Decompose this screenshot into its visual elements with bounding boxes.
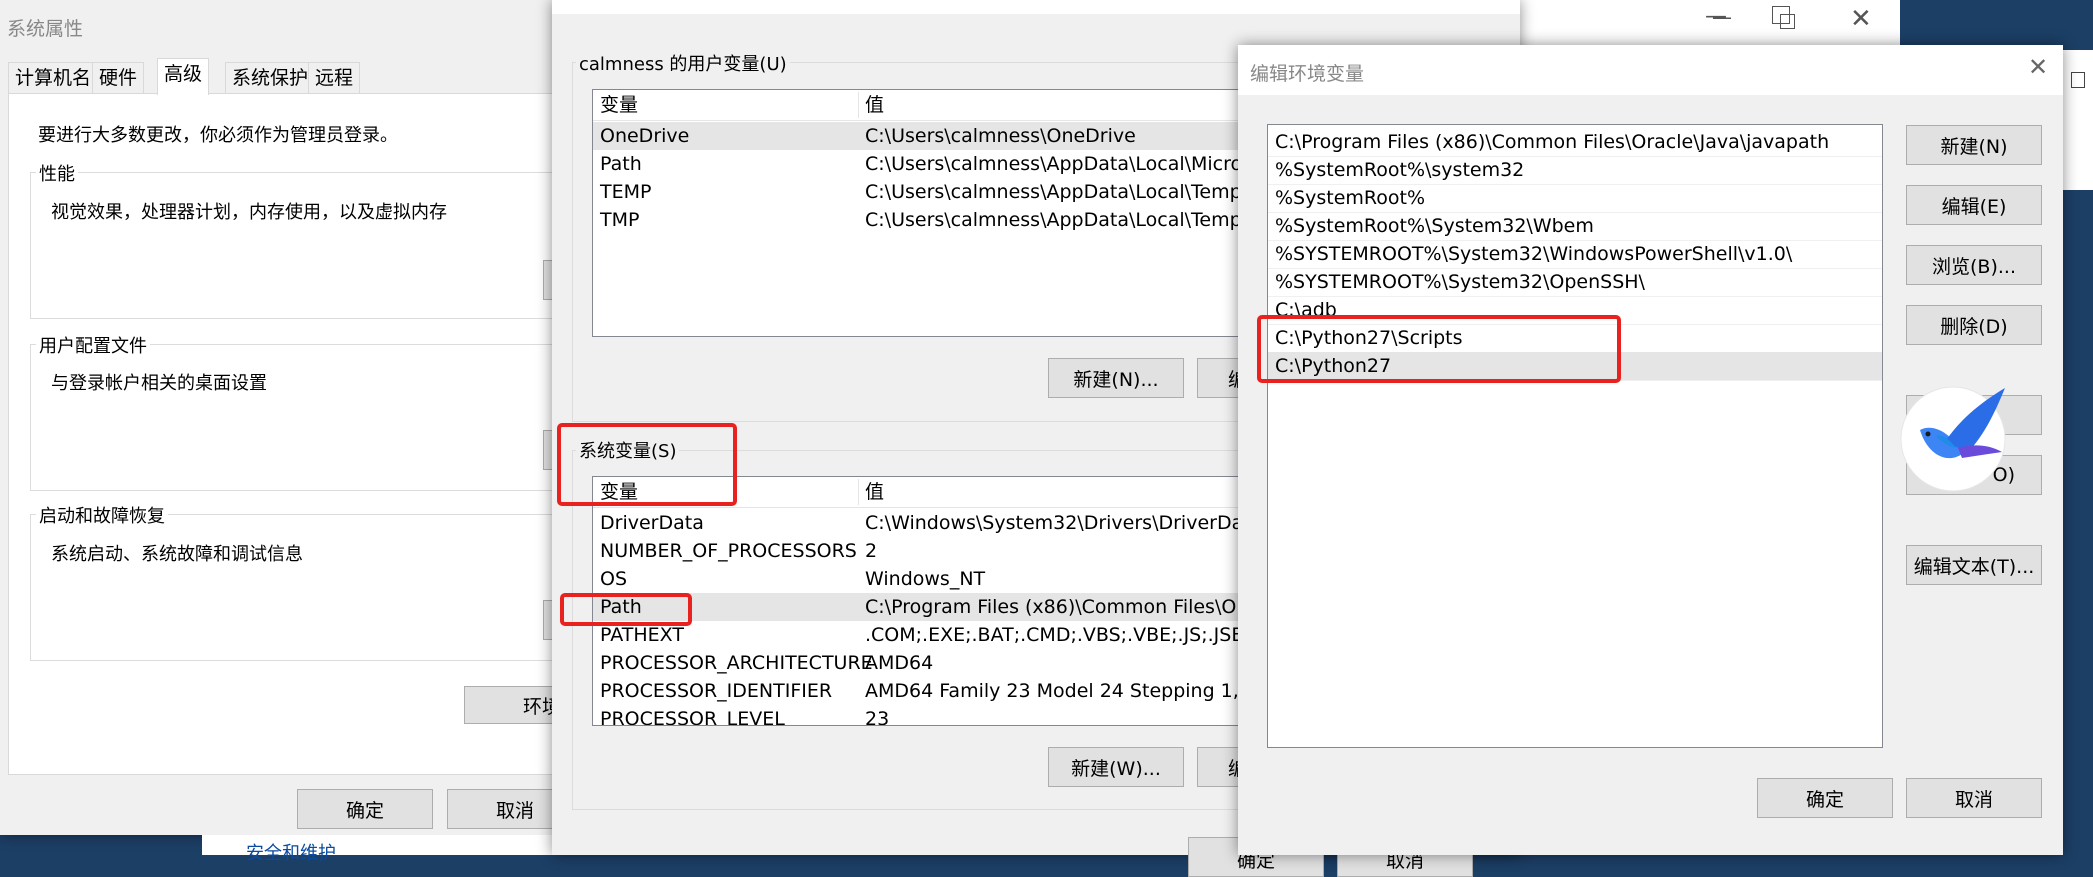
var-value: C:\Program Files (x86)\Common Files\Orac… xyxy=(865,596,1284,618)
path-entry[interactable]: C:\Program Files (x86)\Common Files\Orac… xyxy=(1268,128,1882,157)
profile-group xyxy=(30,344,590,491)
var-value: C:\Users\calmness\OneDrive xyxy=(865,125,1136,147)
path-entries-list[interactable]: C:\Program Files (x86)\Common Files\Orac… xyxy=(1267,124,1883,748)
var-name: TEMP xyxy=(600,181,652,203)
dialog-cancel-button[interactable]: 取消 xyxy=(1906,778,2042,818)
dialog-ok-button[interactable]: 确定 xyxy=(1757,778,1893,818)
dialog-title: 编辑环境变量 xyxy=(1250,63,1365,85)
tab-advanced[interactable]: 高级 xyxy=(157,58,210,95)
title-strip xyxy=(552,0,1520,14)
var-value: 23 xyxy=(865,708,890,726)
path-entry[interactable]: %SystemRoot% xyxy=(1268,184,1882,213)
var-name: PROCESSOR_ARCHITECTURE xyxy=(600,652,873,674)
var-name: PROCESSOR_IDENTIFIER xyxy=(600,680,833,702)
right-edge-panel xyxy=(2063,50,2093,190)
var-value: C:\Users\calmness\AppData\Local\Temp xyxy=(865,181,1242,203)
var-value: AMD64 xyxy=(865,652,934,674)
var-name: TMP xyxy=(600,209,640,231)
col-variable[interactable]: 变量 xyxy=(600,90,638,120)
startup-group xyxy=(30,514,590,661)
col-value[interactable]: 值 xyxy=(865,90,884,120)
taskbar-fragment: 安全和维护 xyxy=(202,835,552,864)
var-name: OneDrive xyxy=(600,125,690,147)
path-entry[interactable]: %SystemRoot%\system32 xyxy=(1268,156,1882,185)
ok-button[interactable]: 确定 xyxy=(297,789,433,829)
performance-label: 性能 xyxy=(36,160,78,186)
path-entry-selected[interactable]: C:\Python27 xyxy=(1268,352,1882,381)
var-value: AMD64 Family 23 Model 24 Stepping 1, Au xyxy=(865,680,1270,702)
var-value: Windows_NT xyxy=(865,568,986,590)
path-entry[interactable]: C:\adb xyxy=(1268,296,1882,325)
col-value[interactable]: 值 xyxy=(865,477,884,507)
tab-computer-name[interactable]: 计算机名 xyxy=(8,62,99,93)
bird-icon-svg xyxy=(1900,386,2006,492)
col-variable[interactable]: 变量 xyxy=(600,477,638,507)
profile-label: 用户配置文件 xyxy=(36,332,150,358)
var-name: NUMBER_OF_PROCESSORS xyxy=(600,540,857,562)
var-name: DriverData xyxy=(600,512,704,534)
col-separator[interactable] xyxy=(858,479,859,505)
window-maximize-icon[interactable] xyxy=(1780,14,1795,29)
var-value: 2 xyxy=(865,540,878,562)
system-vars-label: 系统变量(S) xyxy=(576,437,680,463)
performance-group xyxy=(30,172,590,319)
var-name: Path xyxy=(600,596,642,618)
path-entry[interactable]: %SystemRoot%\System32\Wbem xyxy=(1268,212,1882,241)
var-value: C:\Users\calmness\AppData\Local\Microsof xyxy=(865,153,1271,175)
var-name: PROCESSOR_LEVEL xyxy=(600,708,785,726)
tab-system-protection[interactable]: 系统保护 xyxy=(225,62,316,93)
browse-button[interactable]: 浏览(B)... xyxy=(1906,245,2042,285)
admin-note: 要进行大多数更改，你必须作为管理员登录。 xyxy=(38,125,398,146)
new-entry-button[interactable]: 新建(N) xyxy=(1906,125,2042,165)
profile-desc: 与登录帐户相关的桌面设置 xyxy=(51,373,267,394)
edge-icon xyxy=(2071,72,2085,88)
security-link[interactable]: 安全和维护 xyxy=(246,839,336,865)
var-value: C:\Users\calmness\AppData\Local\Temp xyxy=(865,209,1242,231)
system-new-button[interactable]: 新建(W)... xyxy=(1048,747,1184,787)
system-properties-window: 系统属性 计算机名 硬件 高级 系统保护 远程 要进行大多数更改，你必须作为管理… xyxy=(0,0,590,835)
user-new-button[interactable]: 新建(N)... xyxy=(1048,358,1184,398)
var-value: C:\Windows\System32\Drivers\DriverData xyxy=(865,512,1263,534)
edit-entry-button[interactable]: 编辑(E) xyxy=(1906,185,2042,225)
var-name: Path xyxy=(600,153,642,175)
window-close-icon[interactable]: ✕ xyxy=(1850,4,1872,34)
delete-entry-button[interactable]: 删除(D) xyxy=(1906,305,2042,345)
col-separator[interactable] xyxy=(858,92,859,118)
dialog-close-icon[interactable]: ✕ xyxy=(2028,53,2048,81)
path-entry[interactable]: %SYSTEMROOT%\System32\WindowsPowerShell\… xyxy=(1268,240,1882,269)
floating-bird-icon[interactable] xyxy=(1900,382,2010,492)
path-entry[interactable]: C:\Python27\Scripts xyxy=(1268,324,1882,353)
edit-text-button[interactable]: 编辑文本(T)... xyxy=(1906,545,2042,585)
performance-desc: 视觉效果，处理器计划，内存使用，以及虚拟内存 xyxy=(51,202,447,223)
startup-label: 启动和故障恢复 xyxy=(36,502,168,528)
dialog-title-bar: 编辑环境变量 ✕ xyxy=(1238,45,2063,95)
tab-hardware[interactable]: 硬件 xyxy=(92,62,145,93)
startup-desc: 系统启动、系统故障和调试信息 xyxy=(51,544,303,565)
var-name: PATHEXT xyxy=(600,624,684,646)
tab-remote[interactable]: 远程 xyxy=(308,62,361,93)
tab-panel: 要进行大多数更改，你必须作为管理员登录。 性能 视觉效果，处理器计划，内存使用，… xyxy=(8,93,590,775)
path-entry[interactable]: %SYSTEMROOT%\System32\OpenSSH\ xyxy=(1268,268,1882,297)
user-vars-label: calmness 的用户变量(U) xyxy=(576,50,790,76)
var-name: OS xyxy=(600,568,628,590)
window-title: 系统属性 xyxy=(7,18,84,40)
window-minimize-icon[interactable]: — xyxy=(1712,5,1732,29)
